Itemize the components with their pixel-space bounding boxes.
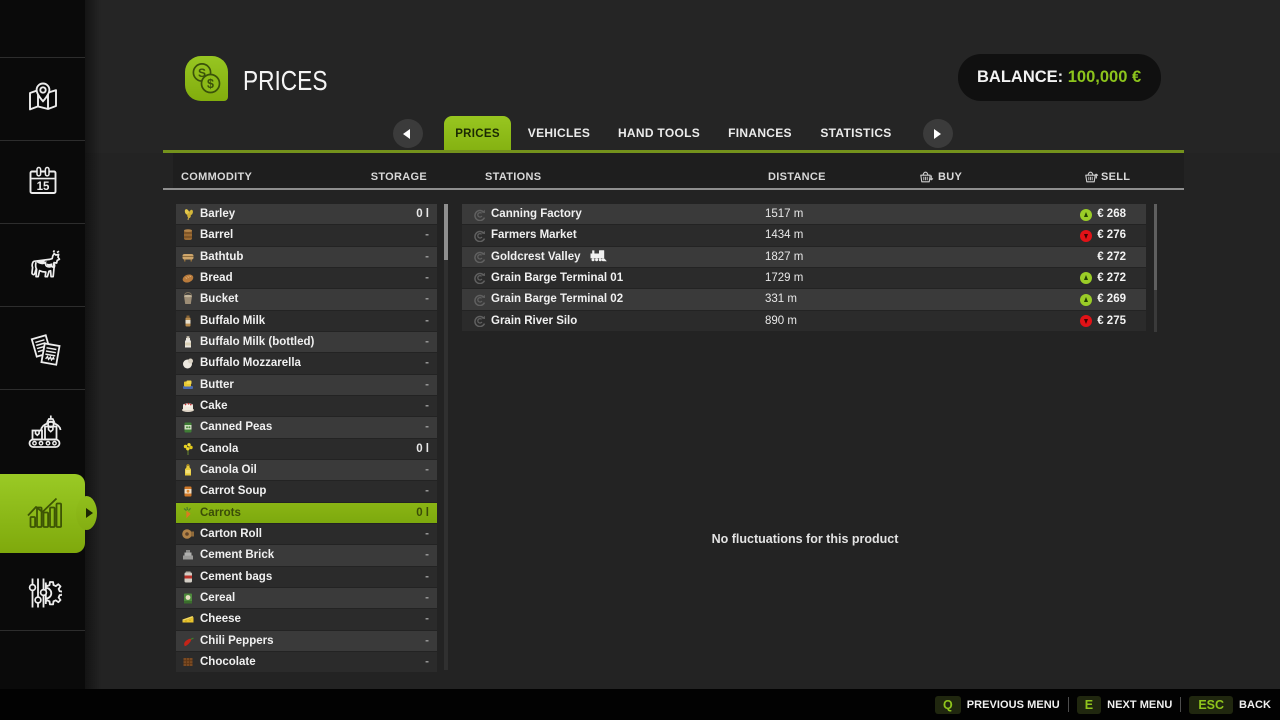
svg-text:15: 15 [36, 181, 49, 193]
svg-text:$: $ [207, 77, 214, 91]
